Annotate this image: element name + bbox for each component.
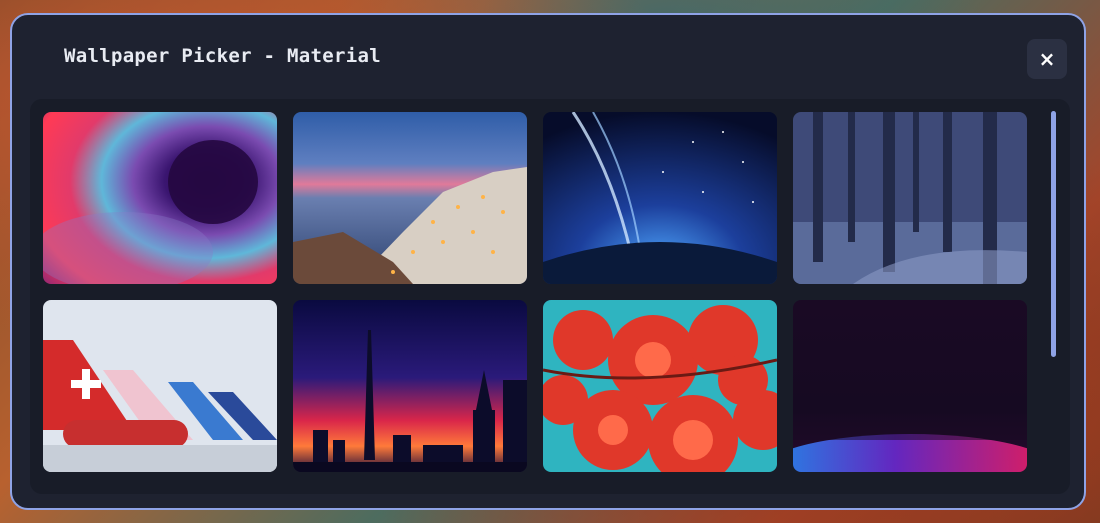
wallpaper-thumb-red-maple[interactable] (543, 300, 777, 472)
wallpaper-thumb-winter-forest[interactable] (793, 112, 1027, 284)
wallpaper-thumb-santorini[interactable] (293, 112, 527, 284)
wallpaper-thumb-neon-city[interactable] (293, 300, 527, 472)
wallpaper-thumb-starry-wave[interactable] (543, 112, 777, 284)
close-icon: × (1038, 47, 1056, 71)
wallpaper-grid-panel[interactable] (30, 99, 1070, 494)
dialog-title: Wallpaper Picker - Material (64, 45, 381, 67)
wallpaper-thumb-airplane-tails[interactable] (43, 300, 277, 472)
scrollbar[interactable] (1051, 111, 1056, 357)
close-button[interactable]: × (1027, 39, 1067, 79)
wallpaper-thumb-nebula[interactable] (43, 112, 277, 284)
wallpaper-picker-window: Wallpaper Picker - Material × (10, 13, 1086, 510)
wallpaper-thumb-dark-gradient[interactable] (793, 300, 1027, 472)
